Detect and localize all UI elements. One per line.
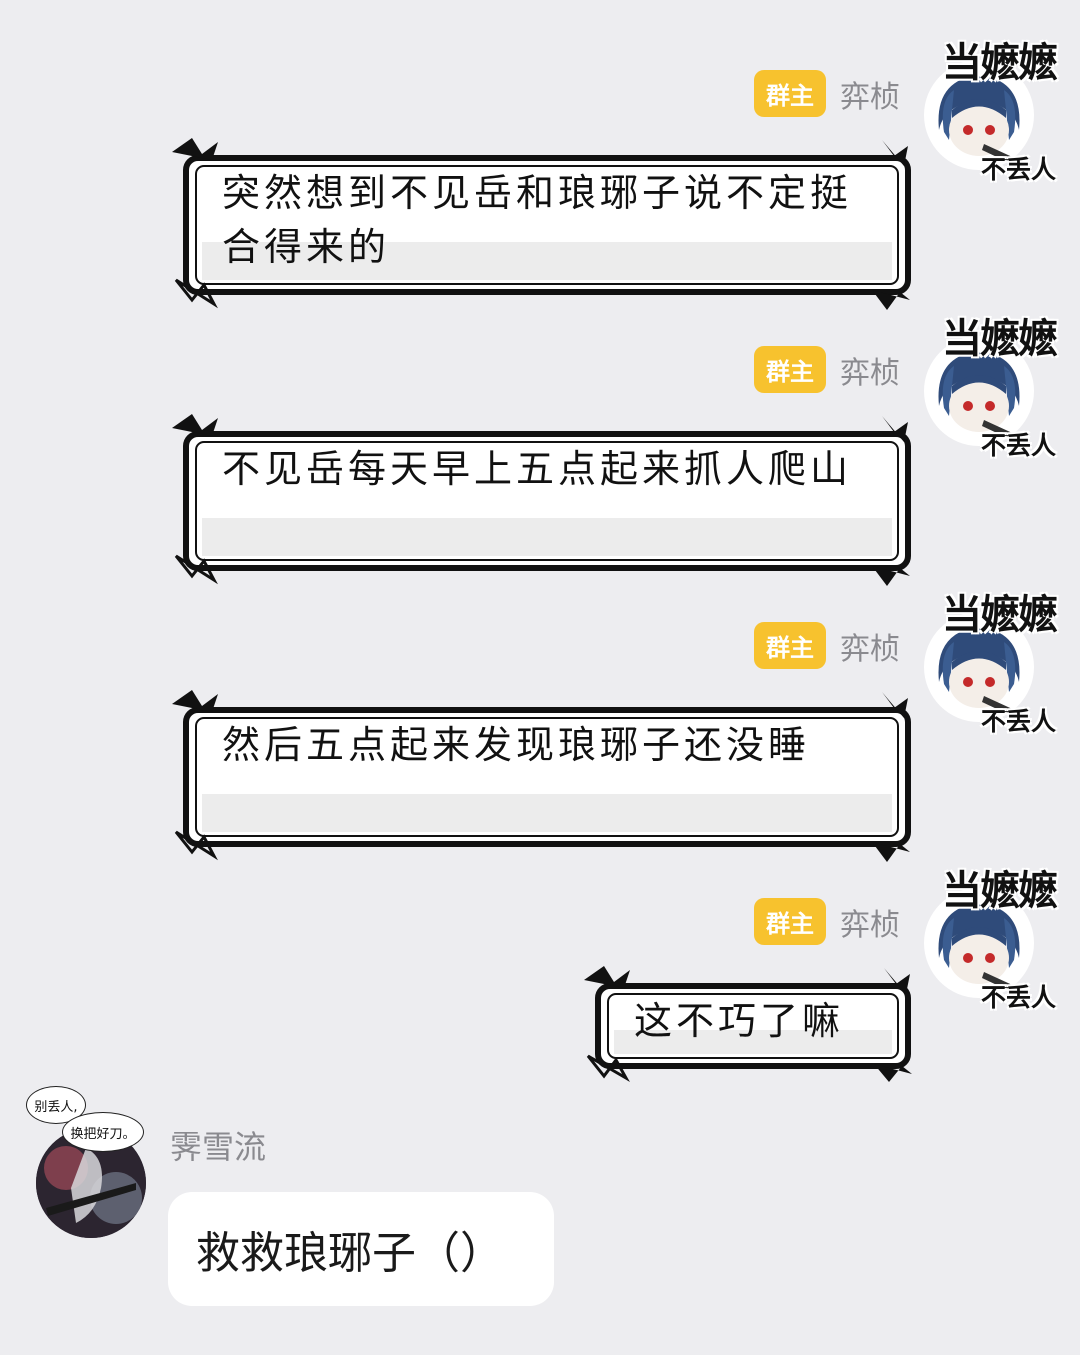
sender-meta: 群主 弈桢 — [754, 70, 900, 117]
group-owner-badge: 群主 — [754, 898, 826, 945]
message-text: 然后五点起来发现琅琊子还没睡 — [222, 723, 811, 767]
sender-name[interactable]: 弈桢 — [840, 900, 900, 944]
message-text: 救救琅琊子（） — [196, 1228, 504, 1279]
sender-avatar[interactable]: 当嬷嬷 不丢人 — [924, 30, 1058, 190]
avatar-frame-caption: 不丢人 — [980, 155, 1056, 184]
sender-meta: 群主 弈桢 — [754, 346, 900, 393]
message-bubble[interactable]: 突然想到不见岳和琅琊子说不定挺合得来的 — [172, 138, 912, 310]
speech-text: 换把好刀。 — [70, 1126, 136, 1142]
sender-avatar[interactable]: 当嬷嬷 不丢人 — [924, 582, 1058, 742]
message-bubble[interactable]: 然后五点起来发现琅琊子还没睡 — [172, 690, 912, 862]
avatar-frame-title: 当嬷嬷 — [942, 868, 1058, 914]
avatar-frame-caption: 不丢人 — [980, 707, 1056, 736]
sender-meta: 群主 弈桢 — [754, 622, 900, 669]
group-owner-badge: 群主 — [754, 70, 826, 117]
speech-text: 别丢人, — [34, 1099, 78, 1115]
message-bubble[interactable]: 不见岳每天早上五点起来抓人爬山 — [172, 414, 912, 586]
sender-name[interactable]: 弈桢 — [840, 624, 900, 668]
sender-meta: 群主 弈桢 — [754, 898, 900, 945]
message-row: 当嬷嬷 不丢人 群主 弈桢 突然想到不见岳和琅琊子说不定挺合得来的 — [0, 30, 1080, 310]
group-owner-badge: 群主 — [754, 622, 826, 669]
message-text: 这不巧了嘛 — [634, 999, 845, 1043]
avatar-frame-caption: 不丢人 — [980, 983, 1056, 1012]
sender-avatar[interactable]: 当嬷嬷 不丢人 — [924, 306, 1058, 466]
sender-avatar[interactable]: 当嬷嬷 不丢人 — [924, 858, 1058, 1018]
message-text: 不见岳每天早上五点起来抓人爬山 — [222, 447, 853, 491]
group-owner-badge: 群主 — [754, 346, 826, 393]
speech-bubble: 换把好刀。 — [62, 1112, 144, 1152]
avatar-frame-title: 当嬷嬷 — [942, 40, 1058, 86]
message-bubble[interactable]: 这不巧了嘛 — [584, 966, 912, 1083]
sender-name[interactable]: 弈桢 — [840, 72, 900, 116]
avatar-frame-title: 当嬷嬷 — [942, 316, 1058, 362]
message-row: 当嬷嬷 不丢人 群主 弈桢 不见岳每天早上五点起来抓人爬山 — [0, 306, 1080, 586]
message-row: 当嬷嬷 不丢人 群主 弈桢 这不巧了嘛 — [0, 858, 1080, 1083]
avatar-frame-caption: 不丢人 — [980, 431, 1056, 460]
other-user-name[interactable]: 霁雪流 — [170, 1122, 266, 1168]
message-bubble[interactable]: 救救琅琊子（） — [168, 1192, 554, 1306]
message-row: 当嬷嬷 不丢人 群主 弈桢 然后五点起来发现琅琊子还没睡 — [0, 582, 1080, 862]
sender-name[interactable]: 弈桢 — [840, 348, 900, 392]
avatar-frame-title: 当嬷嬷 — [942, 592, 1058, 638]
